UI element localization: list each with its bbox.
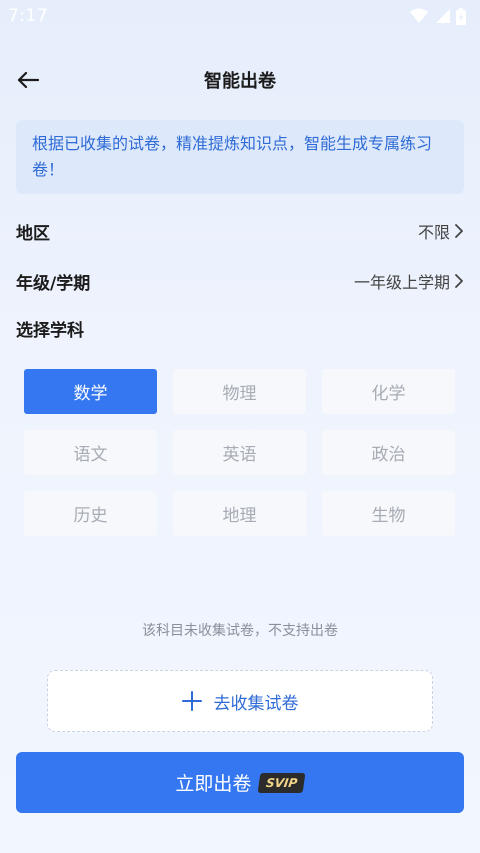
notice-banner: 根据已收集的试卷，精准提炼知识点，智能生成专属练习卷！ — [16, 120, 464, 194]
region-selector[interactable]: 不限 — [418, 219, 464, 243]
subject-option[interactable]: 生物 — [322, 491, 455, 536]
no-paper-hint: 该科目未收集试卷，不支持出卷 — [142, 623, 338, 639]
battery-icon — [456, 7, 466, 25]
chevron-right-icon — [455, 274, 463, 288]
subject-option[interactable]: 物理 — [173, 369, 306, 414]
status-icons — [410, 7, 466, 25]
subject-option[interactable]: 语文 — [24, 430, 157, 475]
subject-option[interactable]: 化学 — [322, 369, 455, 414]
chevron-right-icon — [455, 224, 463, 238]
subject-option[interactable]: 数学 — [24, 369, 157, 414]
back-button[interactable] — [10, 62, 46, 98]
grade-selector[interactable]: 一年级上学期 — [354, 269, 464, 293]
grade-label: 年级/学期 — [16, 273, 91, 294]
subject-option[interactable]: 地理 — [173, 491, 306, 536]
plus-icon — [181, 691, 202, 711]
region-label: 地区 — [16, 223, 50, 244]
wifi-icon — [410, 8, 428, 23]
collect-papers-button[interactable]: 去收集试卷 — [47, 670, 433, 732]
region-value: 不限 — [417, 223, 450, 242]
status-bar: 7:17 — [0, 0, 480, 32]
arrow-left-icon — [17, 71, 39, 89]
header: 智能出卷 — [0, 58, 480, 102]
subject-section-title: 选择学科 — [16, 321, 84, 341]
collect-papers-label: 去收集试卷 — [213, 693, 299, 714]
subject-option[interactable]: 英语 — [173, 430, 306, 475]
subject-option[interactable]: 政治 — [322, 430, 455, 475]
generate-paper-button[interactable]: 立即出卷 SVIP — [16, 752, 464, 813]
status-time: 7:17 — [8, 6, 49, 26]
signal-icon — [436, 9, 450, 23]
generate-paper-label: 立即出卷 — [175, 773, 252, 795]
grade-row[interactable]: 年级/学期 一年级上学期 — [16, 266, 464, 296]
region-row[interactable]: 地区 不限 — [16, 216, 464, 246]
svip-badge: SVIP — [258, 772, 307, 793]
grade-value: 一年级上学期 — [353, 273, 450, 292]
page-title: 智能出卷 — [204, 71, 276, 92]
subject-option[interactable]: 历史 — [24, 491, 157, 536]
